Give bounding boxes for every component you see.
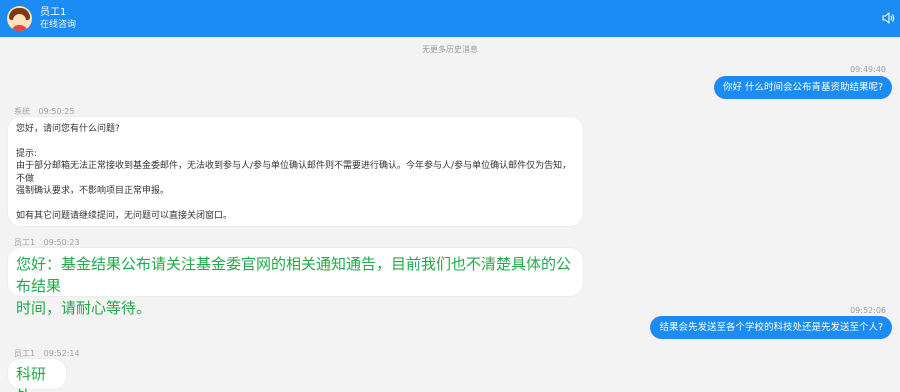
message-meta: 09:52:06: [850, 306, 886, 315]
incoming-message: 您好，请问您有什么问题? 提示: 由于部分邮箱无法正常接收到基金委邮件，无法收到…: [8, 117, 583, 226]
message-line: 如有其它问题请继续提问，无问题可以直接关闭窗口。: [16, 210, 233, 221]
message-text: 结果会先发送至各个学校的科技处还是先发送至个人?: [659, 322, 883, 333]
message-meta: 员工1 09:52:14: [14, 348, 80, 359]
message-meta: 09:49:40: [850, 65, 886, 74]
history-notice[interactable]: 无更多历史消息: [0, 44, 900, 55]
message-time: 09:49:40: [850, 65, 886, 74]
message-line: 时间，请耐心等待。: [16, 299, 152, 317]
message-line: 由于部分邮箱无法正常接收到基金委邮件，无法收到参与人/参与单位确认邮件则不需要进…: [16, 161, 572, 184]
message-time: 09:50:25: [38, 107, 75, 116]
outgoing-message: 你好 什么时间会公布青基资助结果呢?: [713, 76, 892, 99]
message-line: 您好，请问您有什么问题?: [16, 124, 120, 134]
agent-status: 在线咨询: [40, 20, 77, 30]
agent-name: 员工1: [40, 7, 67, 18]
message-time: 09:52:14: [43, 349, 80, 358]
speaker-icon[interactable]: [881, 11, 895, 25]
message-sender: 员工1: [14, 349, 36, 358]
incoming-message: 科研处: [8, 359, 66, 392]
message-text: 你好 什么时间会公布青基资助结果呢?: [722, 82, 883, 93]
chat-header: 员工1 在线咨询: [0, 0, 900, 37]
message-line: 科研处: [16, 365, 47, 392]
message-time: 09:50:23: [43, 238, 80, 247]
outgoing-message: 结果会先发送至各个学校的科技处还是先发送至个人?: [650, 316, 892, 339]
message-sender: 系统: [14, 107, 30, 116]
avatar: [7, 6, 32, 31]
message-meta: 员工1 09:50:23: [14, 237, 80, 248]
message-sender: 员工1: [14, 238, 36, 247]
incoming-message: 您好：基金结果公布请关注基金委官网的相关通知通告，目前我们也不清楚具体的公布结果…: [8, 248, 583, 317]
message-meta: 系统 09:50:25: [14, 106, 74, 117]
message-line: 提示:: [16, 148, 38, 159]
message-time: 09:52:06: [850, 306, 886, 315]
message-line: 您好：基金结果公布请关注基金委官网的相关通知通告，目前我们也不清楚具体的公布结果: [16, 255, 572, 295]
message-line: 强制确认要求，不影响项目正常申报。: [16, 186, 170, 196]
